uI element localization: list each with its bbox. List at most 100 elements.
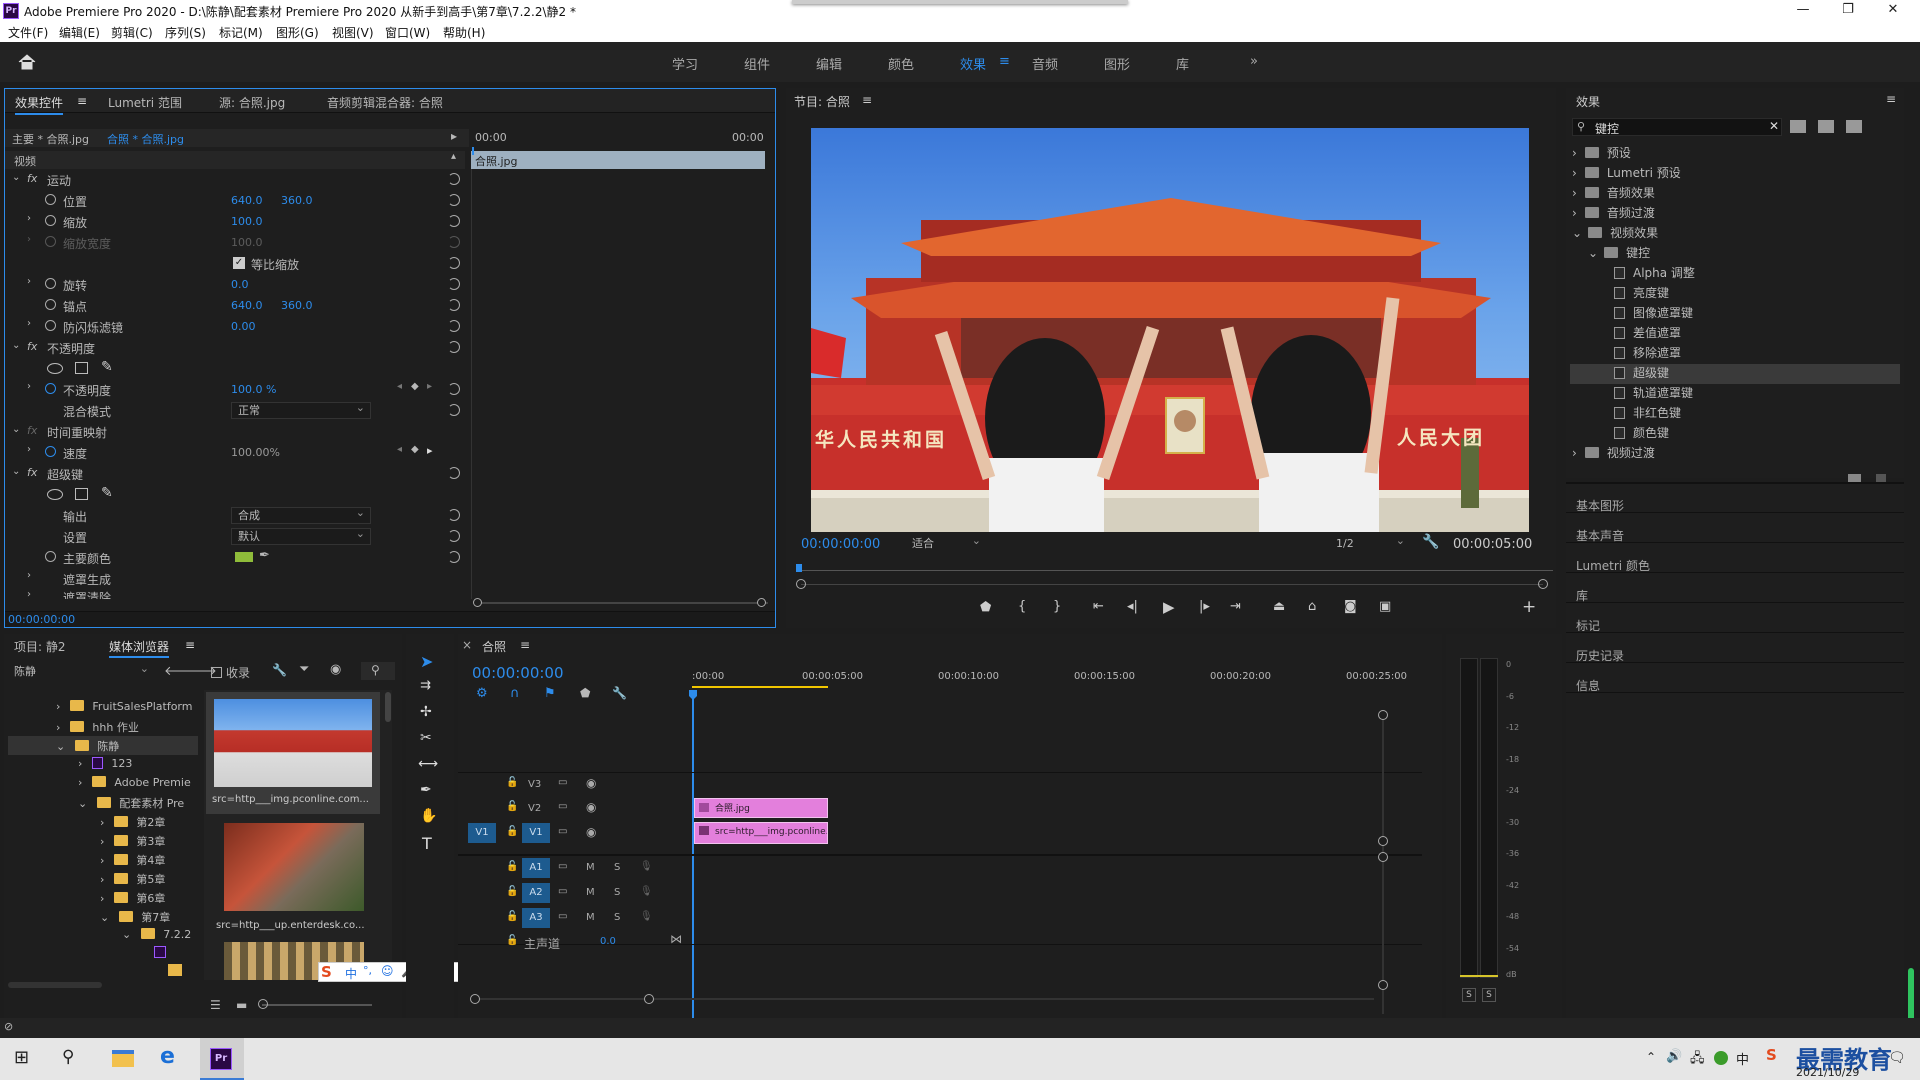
- menu-file[interactable]: 文件(F): [8, 24, 48, 41]
- reset-icon[interactable]: [448, 530, 460, 542]
- pen-mask-icon[interactable]: ✎: [101, 485, 113, 501]
- ellipse-mask-icon[interactable]: [47, 489, 63, 500]
- menu-clip[interactable]: 剪辑(C): [111, 24, 153, 41]
- v-zoom-handle[interactable]: [1378, 710, 1388, 720]
- reset-icon[interactable]: [448, 509, 460, 521]
- clip-selector[interactable]: 合照 * 合照.jpg: [107, 131, 184, 147]
- effects-search[interactable]: ⚲ 键控 ✕: [1572, 118, 1782, 136]
- anchor-x[interactable]: 640.0: [231, 299, 263, 312]
- lock-icon[interactable]: 🔓: [506, 801, 518, 812]
- menu-marker[interactable]: 标记(M): [219, 24, 263, 41]
- file-explorer-icon[interactable]: [112, 1050, 134, 1067]
- play-only-icon[interactable]: ▸: [451, 129, 457, 143]
- linked-selection-icon[interactable]: ⚑: [544, 686, 556, 701]
- lock-icon[interactable]: 🔓: [506, 826, 518, 837]
- reset-icon[interactable]: [448, 551, 460, 563]
- prev-keyframe-icon[interactable]: ◂: [397, 381, 402, 392]
- punct-icon[interactable]: °,: [363, 964, 372, 977]
- ws-menu-icon[interactable]: ≡: [999, 54, 1010, 69]
- media-tree-item[interactable]: › 123: [78, 757, 132, 770]
- pen-tool-icon[interactable]: ✒: [420, 782, 432, 798]
- ws-overflow[interactable]: »: [1250, 54, 1258, 69]
- lift-icon[interactable]: ⏏: [1273, 599, 1285, 614]
- ws-effects[interactable]: 效果: [960, 54, 986, 73]
- collapse-up-icon[interactable]: ▴: [451, 151, 456, 162]
- mute-button[interactable]: M: [586, 862, 595, 873]
- media-tree-item[interactable]: › Adobe Premie: [78, 776, 191, 789]
- sync-lock-icon[interactable]: ▭: [558, 777, 567, 788]
- windows-start-icon[interactable]: ⊞: [14, 1047, 29, 1068]
- media-tree-item[interactable]: › 第2章: [100, 814, 165, 830]
- location-dropdown[interactable]: 陈静: [8, 661, 154, 681]
- next-keyframe-icon[interactable]: ▸: [427, 381, 432, 392]
- track-name-a3[interactable]: A3: [522, 908, 550, 928]
- ws-assembly[interactable]: 组件: [744, 54, 770, 73]
- media-tree-item[interactable]: › FruitSalesPlatform: [56, 700, 192, 713]
- effects-tree-item[interactable]: ⌄ 视频效果: [1566, 224, 1904, 244]
- media-tree-item[interactable]: › 第5章: [100, 871, 165, 887]
- voiceover-icon[interactable]: 🎙: [640, 911, 653, 922]
- go-to-out-icon[interactable]: ⇥: [1230, 599, 1241, 614]
- hand-tool-icon[interactable]: ✋: [420, 808, 437, 824]
- search-button[interactable]: ⚲: [361, 662, 395, 680]
- effects-tree-item[interactable]: 颜色键: [1614, 424, 1904, 444]
- ime-tray-icon[interactable]: 中: [1736, 1049, 1749, 1068]
- mark-out-icon[interactable]: }: [1053, 599, 1061, 614]
- lock-icon[interactable]: 🔓: [506, 935, 518, 946]
- prev-keyframe-icon[interactable]: ◂: [397, 444, 402, 455]
- icon-view-icon[interactable]: ▬: [236, 998, 247, 1012]
- folder-icon[interactable]: [168, 964, 182, 976]
- effects-tree-item[interactable]: Alpha 调整: [1614, 264, 1904, 284]
- tab-media-browser[interactable]: 媒体浏览器: [109, 638, 170, 658]
- yuv-effects-icon[interactable]: [1846, 120, 1862, 133]
- minimize-button[interactable]: —: [1794, 2, 1812, 17]
- clip-v1-src[interactable]: src=http___img.pconline...: [694, 822, 828, 844]
- speed-value[interactable]: 100.00%: [231, 446, 280, 459]
- timeline-ruler[interactable]: :00:00 00:00:05:00 00:00:10:00 00:00:15:…: [692, 666, 1422, 702]
- reset-icon[interactable]: [448, 173, 460, 185]
- eye-icon[interactable]: ◉: [586, 776, 596, 790]
- reset-icon[interactable]: [448, 278, 460, 290]
- add-marker-icon[interactable]: ⬟: [580, 686, 590, 700]
- pr-file-icon[interactable]: [154, 946, 166, 958]
- effects-tree-item[interactable]: › Lumetri 预设: [1566, 164, 1904, 184]
- program-video-frame[interactable]: 华人民共和国 人民大团: [811, 128, 1529, 532]
- step-forward-icon[interactable]: |▸: [1199, 599, 1210, 614]
- close-sequence-icon[interactable]: ×: [462, 638, 472, 652]
- output-dropdown[interactable]: 合成: [231, 505, 371, 524]
- source-patch-v1[interactable]: V1: [468, 823, 496, 843]
- track-name-a2[interactable]: A2: [522, 883, 550, 903]
- rotation-value[interactable]: 0.0: [231, 278, 249, 291]
- ec-row-ultra-key[interactable]: ⌄ fx 超级键: [5, 463, 465, 484]
- media-tree-item[interactable]: › 第4章: [100, 852, 165, 868]
- menu-help[interactable]: 帮助(H): [443, 24, 485, 41]
- uniform-scale-checkbox[interactable]: ✓: [233, 257, 245, 269]
- nest-icon[interactable]: ⚙: [476, 686, 488, 701]
- media-tree-item[interactable]: › 第3章: [100, 833, 165, 849]
- setting-dropdown[interactable]: 默认: [231, 526, 371, 545]
- rect-mask-icon[interactable]: [75, 362, 88, 374]
- ws-libraries[interactable]: 库: [1176, 54, 1189, 73]
- reset-icon[interactable]: [448, 257, 460, 269]
- add-keyframe-icon[interactable]: ◆: [411, 444, 419, 455]
- menu-window[interactable]: 窗口(W): [385, 24, 430, 41]
- menu-graphics[interactable]: 图形(G): [276, 24, 319, 41]
- add-keyframe-icon[interactable]: ◆: [411, 381, 419, 392]
- step-back-icon[interactable]: ◂|: [1127, 599, 1138, 614]
- ws-audio[interactable]: 音频: [1032, 54, 1058, 73]
- master-clip-label[interactable]: 主要 * 合照.jpg: [12, 131, 89, 147]
- add-marker-icon[interactable]: ⬟: [980, 600, 991, 615]
- comparison-view-icon[interactable]: ▣: [1379, 599, 1391, 614]
- ec-row-matte-cleanup[interactable]: › 遮罩清除: [5, 589, 465, 599]
- ws-editing[interactable]: 编辑: [816, 54, 842, 73]
- lock-icon[interactable]: 🔓: [506, 911, 518, 922]
- ingest-checkbox[interactable]: [211, 667, 222, 678]
- lock-icon[interactable]: 🔓: [506, 861, 518, 872]
- program-timecode[interactable]: 00:00:00:00: [801, 537, 880, 552]
- stopwatch-icon[interactable]: [45, 215, 56, 226]
- sync-lock-icon[interactable]: ▭: [558, 826, 567, 837]
- clip-v2-hezhao[interactable]: 合照.jpg: [694, 798, 828, 818]
- reset-icon[interactable]: [448, 299, 460, 311]
- slip-tool-icon[interactable]: ⟷: [418, 756, 438, 772]
- sequence-menu-icon[interactable]: ≡: [520, 638, 530, 652]
